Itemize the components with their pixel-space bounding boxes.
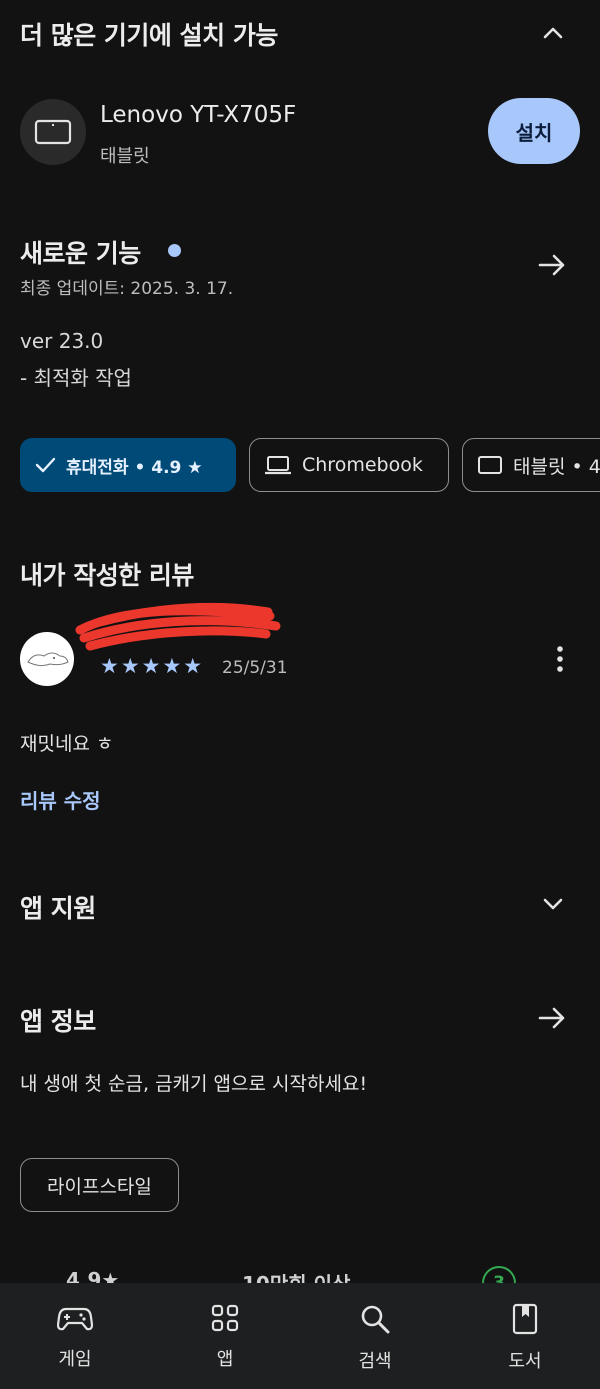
- review-stars: ★★★★★: [100, 654, 205, 678]
- book-icon: [512, 1303, 538, 1335]
- nav-label-games: 게임: [58, 1349, 92, 1370]
- chip-tablet[interactable]: 태블릿 • 4.: [462, 438, 600, 492]
- last-updated: 최종 업데이트: 2025. 3. 17.: [20, 279, 234, 299]
- nav-label-search: 검색: [358, 1351, 392, 1372]
- tablet-icon: [34, 119, 72, 145]
- app-support-title: 앱 지원: [20, 894, 96, 923]
- device-name: Lenovo YT-X705F: [100, 102, 297, 128]
- whats-new-arrow-icon[interactable]: [536, 250, 568, 280]
- laptop-icon: [265, 456, 291, 475]
- tablet-icon: [478, 456, 502, 474]
- my-review-title: 내가 작성한 리뷰: [20, 561, 194, 590]
- device-avatar: [20, 99, 86, 165]
- device-type: 태블릿: [100, 146, 150, 167]
- gamepad-icon: [57, 1307, 93, 1331]
- chip-tablet-label: 태블릿 • 4.: [513, 455, 600, 478]
- chip-phone[interactable]: 휴대전화 • 4.9 ★: [20, 438, 236, 492]
- check-icon: [35, 457, 56, 473]
- bottom-nav: 게임 앱 검색 도서: [0, 1283, 600, 1389]
- chip-chromebook-label: Chromebook: [302, 454, 423, 476]
- chip-chromebook[interactable]: Chromebook: [249, 438, 449, 492]
- expand-chevron-down-icon[interactable]: [538, 890, 568, 918]
- more-devices-title: 더 많은 기기에 설치 가능: [20, 21, 278, 50]
- nav-item-books[interactable]: 도서: [450, 1283, 600, 1389]
- nav-label-apps: 앱: [216, 1349, 234, 1370]
- more-options-icon[interactable]: [548, 644, 572, 674]
- nav-label-books: 도서: [508, 1351, 542, 1372]
- edit-review-link[interactable]: 리뷰 수정: [20, 785, 101, 814]
- nav-item-games[interactable]: 게임: [0, 1283, 150, 1389]
- whats-new-title: 새로운 기능: [20, 239, 141, 268]
- nav-item-apps[interactable]: 앱: [150, 1283, 300, 1389]
- app-info-arrow-icon[interactable]: [536, 1003, 568, 1033]
- review-date: 25/5/31: [222, 658, 288, 678]
- reviewer-avatar: [20, 632, 74, 686]
- redacted-username-scribble: [75, 602, 281, 651]
- new-indicator-dot: [168, 244, 181, 257]
- app-info-title: 앱 정보: [20, 1007, 96, 1036]
- search-icon: [361, 1305, 390, 1334]
- review-text: 재밋네요 ㅎ: [20, 733, 114, 755]
- install-button[interactable]: 설치: [488, 98, 580, 164]
- apps-grid-icon: [211, 1304, 239, 1332]
- collapse-chevron-up-icon[interactable]: [538, 18, 568, 46]
- update-note: - 최적화 작업: [20, 366, 132, 390]
- category-tag[interactable]: 라이프스타일: [20, 1158, 179, 1212]
- nav-item-search[interactable]: 검색: [300, 1283, 450, 1389]
- version-text: ver 23.0: [20, 329, 104, 353]
- chip-phone-label: 휴대전화 • 4.9 ★: [66, 457, 203, 478]
- app-description: 내 생애 첫 순금, 금캐기 앱으로 시작하세요!: [20, 1073, 368, 1095]
